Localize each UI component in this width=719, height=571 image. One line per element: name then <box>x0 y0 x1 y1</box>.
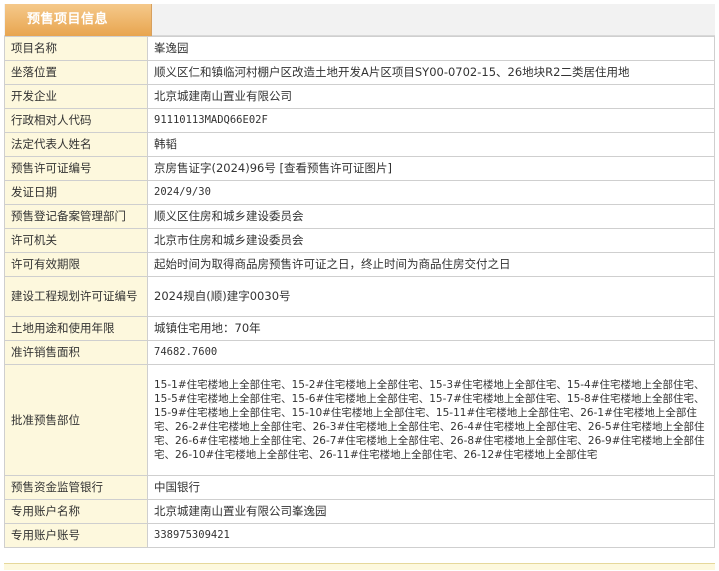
row-value: 城镇住宅用地：70年 <box>147 316 715 341</box>
footer-strip <box>4 563 715 570</box>
table-row: 坐落位置 顺义区仁和镇临河村棚户区改造土地开发A片区项目SY00-0702-15… <box>4 60 715 85</box>
row-value: 338975309421 <box>147 523 715 548</box>
row-label: 建设工程规划许可证编号 <box>4 276 148 317</box>
row-label: 预售登记备案管理部门 <box>4 204 148 229</box>
row-label: 坐落位置 <box>4 60 148 85</box>
row-value: 2024规自(顺)建字0030号 <box>147 276 715 317</box>
row-label: 开发企业 <box>4 84 148 109</box>
view-permit-image-link[interactable]: [查看预售许可证图片] <box>280 161 392 175</box>
table-row: 预售许可证编号 京房售证字(2024)96号 [查看预售许可证图片] <box>4 156 715 181</box>
row-label: 发证日期 <box>4 180 148 205</box>
row-value: 顺义区仁和镇临河村棚户区改造土地开发A片区项目SY00-0702-15、26地块… <box>147 60 715 85</box>
table-row: 预售登记备案管理部门 顺义区住房和城乡建设委员会 <box>4 204 715 229</box>
row-label: 法定代表人姓名 <box>4 132 148 157</box>
tab-presale-project-info[interactable]: 预售项目信息 <box>5 4 152 36</box>
row-label: 项目名称 <box>4 36 148 61</box>
table-row: 专用账户账号 338975309421 <box>4 523 715 548</box>
table-row: 法定代表人姓名 韩韬 <box>4 132 715 157</box>
row-value: 北京城建南山置业有限公司 <box>147 84 715 109</box>
row-value: 起始时间为取得商品房预售许可证之日，终止时间为商品住房交付之日 <box>147 252 715 277</box>
row-value-cell: 京房售证字(2024)96号 [查看预售许可证图片] <box>147 156 715 181</box>
row-label: 批准预售部位 <box>4 364 148 476</box>
row-value: 91110113MADQ66E02F <box>147 108 715 133</box>
presale-info-table: 项目名称 峯逸园 坐落位置 顺义区仁和镇临河村棚户区改造土地开发A片区项目SY0… <box>4 36 715 548</box>
row-value: 中国银行 <box>147 475 715 500</box>
permit-number: 京房售证字(2024)96号 <box>154 161 276 175</box>
row-value: 北京市住房和城乡建设委员会 <box>147 228 715 253</box>
row-value: 2024/9/30 <box>147 180 715 205</box>
row-value: 北京城建南山置业有限公司峯逸园 <box>147 499 715 524</box>
row-value: 15-1#住宅楼地上全部住宅、15-2#住宅楼地上全部住宅、15-3#住宅楼地上… <box>147 364 715 476</box>
row-label: 许可机关 <box>4 228 148 253</box>
table-row: 发证日期 2024/9/30 <box>4 180 715 205</box>
table-row: 开发企业 北京城建南山置业有限公司 <box>4 84 715 109</box>
table-row: 行政相对人代码 91110113MADQ66E02F <box>4 108 715 133</box>
row-value: 顺义区住房和城乡建设委员会 <box>147 204 715 229</box>
row-label: 预售许可证编号 <box>4 156 148 181</box>
table-row: 批准预售部位 15-1#住宅楼地上全部住宅、15-2#住宅楼地上全部住宅、15-… <box>4 364 715 476</box>
table-row: 许可机关 北京市住房和城乡建设委员会 <box>4 228 715 253</box>
table-row: 预售资金监管银行 中国银行 <box>4 475 715 500</box>
row-label: 专用账户账号 <box>4 523 148 548</box>
row-label: 行政相对人代码 <box>4 108 148 133</box>
table-row: 准许销售面积 74682.7600 <box>4 340 715 365</box>
row-value: 74682.7600 <box>147 340 715 365</box>
row-label: 许可有效期限 <box>4 252 148 277</box>
table-row: 项目名称 峯逸园 <box>4 36 715 61</box>
table-row: 许可有效期限 起始时间为取得商品房预售许可证之日，终止时间为商品住房交付之日 <box>4 252 715 277</box>
table-row: 专用账户名称 北京城建南山置业有限公司峯逸园 <box>4 499 715 524</box>
table-row: 建设工程规划许可证编号 2024规自(顺)建字0030号 <box>4 276 715 317</box>
presale-project-panel: 预售项目信息 项目名称 峯逸园 坐落位置 顺义区仁和镇临河村棚户区改造土地开发A… <box>0 0 719 571</box>
row-label: 专用账户名称 <box>4 499 148 524</box>
table-row: 土地用途和使用年限 城镇住宅用地：70年 <box>4 316 715 341</box>
section-tab-bar: 预售项目信息 <box>4 4 715 36</box>
row-value: 韩韬 <box>147 132 715 157</box>
row-label: 准许销售面积 <box>4 340 148 365</box>
row-label: 土地用途和使用年限 <box>4 316 148 341</box>
row-label: 预售资金监管银行 <box>4 475 148 500</box>
row-value: 峯逸园 <box>147 36 715 61</box>
